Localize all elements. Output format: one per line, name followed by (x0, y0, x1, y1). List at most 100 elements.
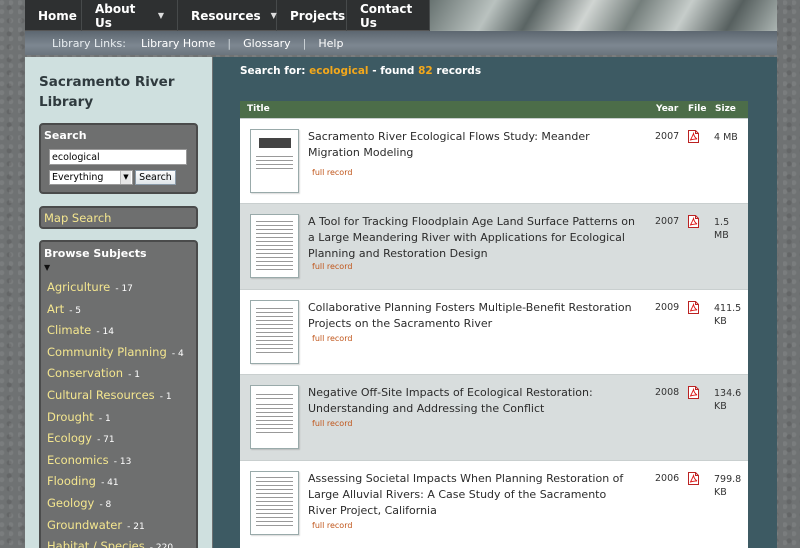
search-summary: Search for: ecological - found 82 record… (240, 65, 482, 77)
subject-name[interactable]: Economics (47, 453, 109, 467)
results-table: Title Year File Size Sacramento River Ec… (240, 101, 748, 548)
result-size: 134.6 KB (714, 388, 742, 412)
pdf-icon[interactable] (688, 472, 699, 485)
document-thumbnail[interactable] (250, 214, 299, 278)
library-home-link[interactable]: Library Home (141, 37, 215, 50)
subject-name[interactable]: Geology (47, 496, 94, 510)
subject-item[interactable]: Drought - 1 (47, 405, 184, 427)
document-thumbnail[interactable] (250, 471, 299, 535)
result-size: 799.8 KB (714, 474, 742, 498)
full-record-link[interactable]: full record (312, 334, 352, 343)
subject-count: - 17 (115, 284, 133, 294)
results-header: Title Year File Size (240, 101, 748, 118)
subject-name[interactable]: Community Planning (47, 345, 167, 359)
link-separator: | (302, 36, 307, 50)
library-title: Sacramento River Library (39, 74, 175, 110)
subject-name[interactable]: Climate (47, 323, 91, 337)
document-thumbnail[interactable] (250, 129, 299, 193)
subject-count: - 1 (98, 413, 111, 424)
search-scope-select[interactable]: Everything ▼ (49, 170, 133, 185)
nav-resources[interactable]: Resources ▼ (178, 0, 277, 31)
pdf-icon[interactable] (688, 130, 699, 143)
pdf-icon[interactable] (688, 386, 699, 399)
subject-count: - 41 (101, 478, 119, 489)
top-navigation: Home About Us ▼ Resources ▼ Projects Conta… (25, 0, 777, 31)
result-title[interactable]: Collaborative Planning Fosters Multiple-… (308, 300, 638, 332)
subject-item[interactable]: Ecology - 71 (47, 426, 184, 448)
result-title[interactable]: Negative Off-Site Impacts of Ecological … (308, 385, 638, 417)
subject-name[interactable]: Flooding (47, 474, 96, 488)
subject-name[interactable]: Cultural Resources (47, 388, 155, 402)
subject-item[interactable]: Groundwater - 21 (47, 513, 184, 535)
pdf-icon[interactable] (688, 215, 699, 228)
search-input[interactable] (49, 149, 187, 165)
subject-item[interactable]: Agriculture - 17 (47, 275, 184, 297)
subject-item[interactable]: Art - 5 (47, 297, 184, 319)
nav-contact-us[interactable]: Contact Us (347, 0, 430, 31)
subject-count: - 5 (69, 305, 82, 316)
result-size: 1.5 MB (714, 217, 730, 241)
subject-count: - 1 (159, 391, 172, 402)
full-record-link[interactable]: full record (312, 262, 352, 271)
result-title[interactable]: Sacramento River Ecological Flows Study:… (308, 129, 638, 161)
result-row: A Tool for Tracking Floodplain Age Land … (240, 203, 748, 289)
expand-triangle-icon[interactable]: ▼ (44, 263, 50, 272)
document-thumbnail[interactable] (250, 385, 299, 449)
search-button[interactable]: Search (135, 170, 176, 185)
result-year: 2008 (655, 387, 680, 398)
full-record-link[interactable]: full record (312, 521, 352, 530)
map-search-link[interactable]: Map Search (44, 211, 111, 225)
subject-item[interactable]: Climate - 14 (47, 318, 184, 340)
glossary-link[interactable]: Glossary (243, 37, 291, 50)
found-count: 82 (418, 65, 433, 77)
main-content: Search for: ecological - found 82 record… (213, 57, 777, 548)
subject-item[interactable]: Flooding - 41 (47, 469, 184, 491)
subject-name[interactable]: Agriculture (47, 280, 110, 294)
full-record-link[interactable]: full record (312, 168, 352, 177)
subject-item[interactable]: Geology - 8 (47, 491, 184, 513)
result-row: Collaborative Planning Fosters Multiple-… (240, 289, 748, 374)
nav-projects[interactable]: Projects (277, 0, 347, 31)
subject-item[interactable]: Habitat / Species - 220 (47, 534, 184, 548)
result-title[interactable]: A Tool for Tracking Floodplain Age Land … (308, 214, 638, 262)
help-link[interactable]: Help (318, 37, 343, 50)
subject-name[interactable]: Art (47, 302, 64, 316)
subject-list: Agriculture - 17 Art - 5 Climate - 14 Commu… (47, 275, 184, 548)
subject-name[interactable]: Groundwater (47, 518, 122, 532)
subject-count: - 71 (97, 435, 115, 446)
caret-down-icon: ▼ (270, 11, 277, 20)
subject-item[interactable]: Community Planning - 4 (47, 340, 184, 362)
map-search-panel[interactable]: Map Search (39, 206, 198, 229)
result-size: 411.5 KB (714, 303, 742, 327)
subject-count: - 220 (150, 543, 173, 548)
col-title: Title (247, 104, 270, 114)
subject-count: - 13 (113, 456, 132, 467)
subject-count: - 4 (171, 348, 184, 359)
library-links-bar: Library Links: Library Home | Glossary |… (25, 31, 777, 55)
nav-about-us[interactable]: About Us ▼ (82, 0, 178, 31)
subject-name[interactable]: Habitat / Species (47, 539, 145, 548)
subject-name[interactable]: Conservation (47, 366, 123, 380)
search-term: ecological (309, 65, 369, 77)
subject-count: - 1 (128, 370, 140, 381)
subject-item[interactable]: Cultural Resources - 1 (47, 383, 184, 405)
result-row: Sacramento River Ecological Flows Study:… (240, 118, 748, 203)
full-record-link[interactable]: full record (312, 419, 352, 428)
subject-count: - 14 (96, 327, 114, 338)
result-title[interactable]: Assessing Societal Impacts When Planning… (308, 471, 638, 519)
result-year: 2007 (655, 216, 680, 227)
subject-name[interactable]: Drought (47, 410, 94, 424)
result-row: Assessing Societal Impacts When Planning… (240, 460, 748, 546)
col-file: File (688, 104, 707, 114)
library-links-label: Library Links: (52, 36, 126, 50)
subject-item[interactable]: Conservation - 1 (47, 361, 184, 383)
subject-item[interactable]: Economics - 13 (47, 448, 184, 470)
col-year: Year (656, 104, 679, 114)
nav-home[interactable]: Home (25, 0, 82, 31)
pdf-icon[interactable] (688, 301, 699, 314)
subject-name[interactable]: Ecology (47, 431, 92, 445)
subject-count: - 21 (127, 521, 145, 532)
browse-subjects-heading: Browse Subjects (44, 247, 147, 260)
search-heading: Search (44, 129, 87, 142)
document-thumbnail[interactable] (250, 300, 299, 364)
